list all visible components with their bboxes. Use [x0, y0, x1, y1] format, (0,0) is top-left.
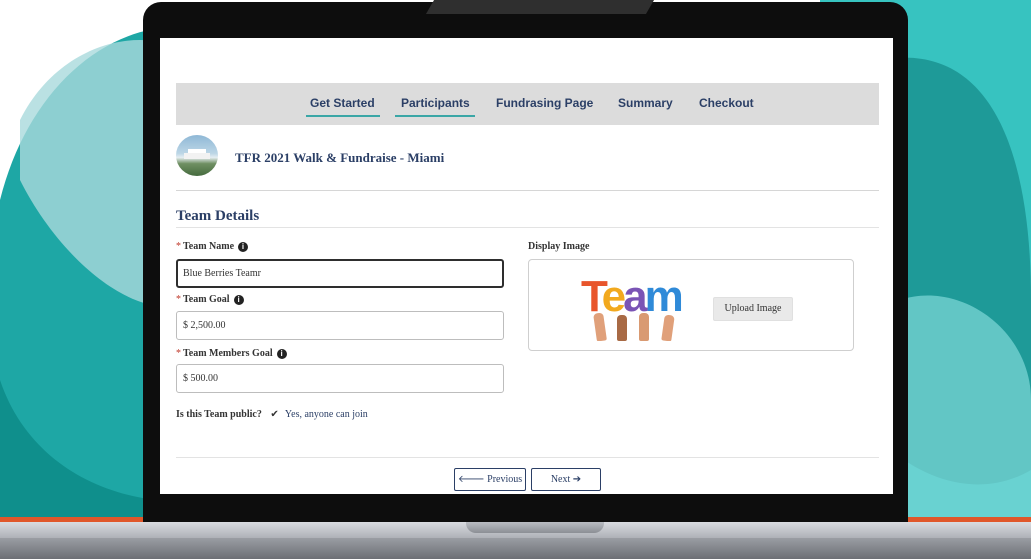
display-image-box: Team Upload Image: [528, 259, 854, 351]
tab-get-started[interactable]: Get Started: [310, 96, 375, 110]
hand-graphic: [617, 315, 627, 341]
event-title: TFR 2021 Walk & Fundraise - Miami: [235, 150, 445, 165]
team-public-answer[interactable]: Yes, anyone can join: [285, 409, 368, 420]
team-name-input[interactable]: Blue Berries Teamr: [176, 259, 504, 288]
next-button[interactable]: Next ➔: [531, 468, 601, 491]
upload-image-button[interactable]: Upload Image: [713, 297, 793, 321]
tab-get-started-underline: [306, 115, 380, 117]
laptop-lid-highlight: [425, 0, 655, 14]
tab-participants-underline: [395, 115, 475, 117]
info-icon[interactable]: i: [233, 295, 244, 305]
divider: [176, 457, 879, 458]
divider: [176, 190, 879, 191]
laptop-screen: Get Started Participants Fundrasing Page…: [160, 38, 893, 494]
team-public-question: Is this Team public?: [176, 409, 262, 420]
tab-fundraising-page[interactable]: Fundrasing Page: [496, 96, 593, 110]
tab-participants[interactable]: Participants: [401, 96, 470, 110]
arrow-right-icon: ➔: [572, 474, 582, 485]
members-goal-label: * Team Members Goal i: [176, 348, 287, 359]
team-goal-input[interactable]: $ 2,500.00: [176, 311, 504, 340]
hand-graphic: [639, 313, 649, 341]
team-image: Team: [577, 269, 697, 341]
laptop-base-bottom: [0, 538, 1031, 559]
divider: [176, 227, 879, 228]
info-icon[interactable]: i: [276, 349, 287, 359]
hand-graphic: [661, 314, 675, 341]
arrow-left-icon: 🡐: [457, 474, 485, 485]
team-goal-label: * Team Goal i: [176, 294, 244, 305]
team-public-row: Is this Team public? ✔ Yes, anyone can j…: [176, 409, 368, 420]
section-title: Team Details: [176, 208, 260, 224]
event-logo: [176, 135, 218, 176]
display-image-label: Display Image: [528, 241, 590, 252]
check-icon: ✔: [270, 409, 279, 420]
previous-button[interactable]: 🡐 Previous: [454, 468, 526, 491]
team-name-label: * Team Name i: [176, 241, 249, 252]
tab-checkout[interactable]: Checkout: [699, 96, 754, 110]
tab-summary[interactable]: Summary: [618, 96, 673, 110]
laptop-notch: [466, 522, 604, 533]
info-icon[interactable]: i: [238, 242, 249, 252]
members-goal-input[interactable]: $ 500.00: [176, 364, 504, 393]
